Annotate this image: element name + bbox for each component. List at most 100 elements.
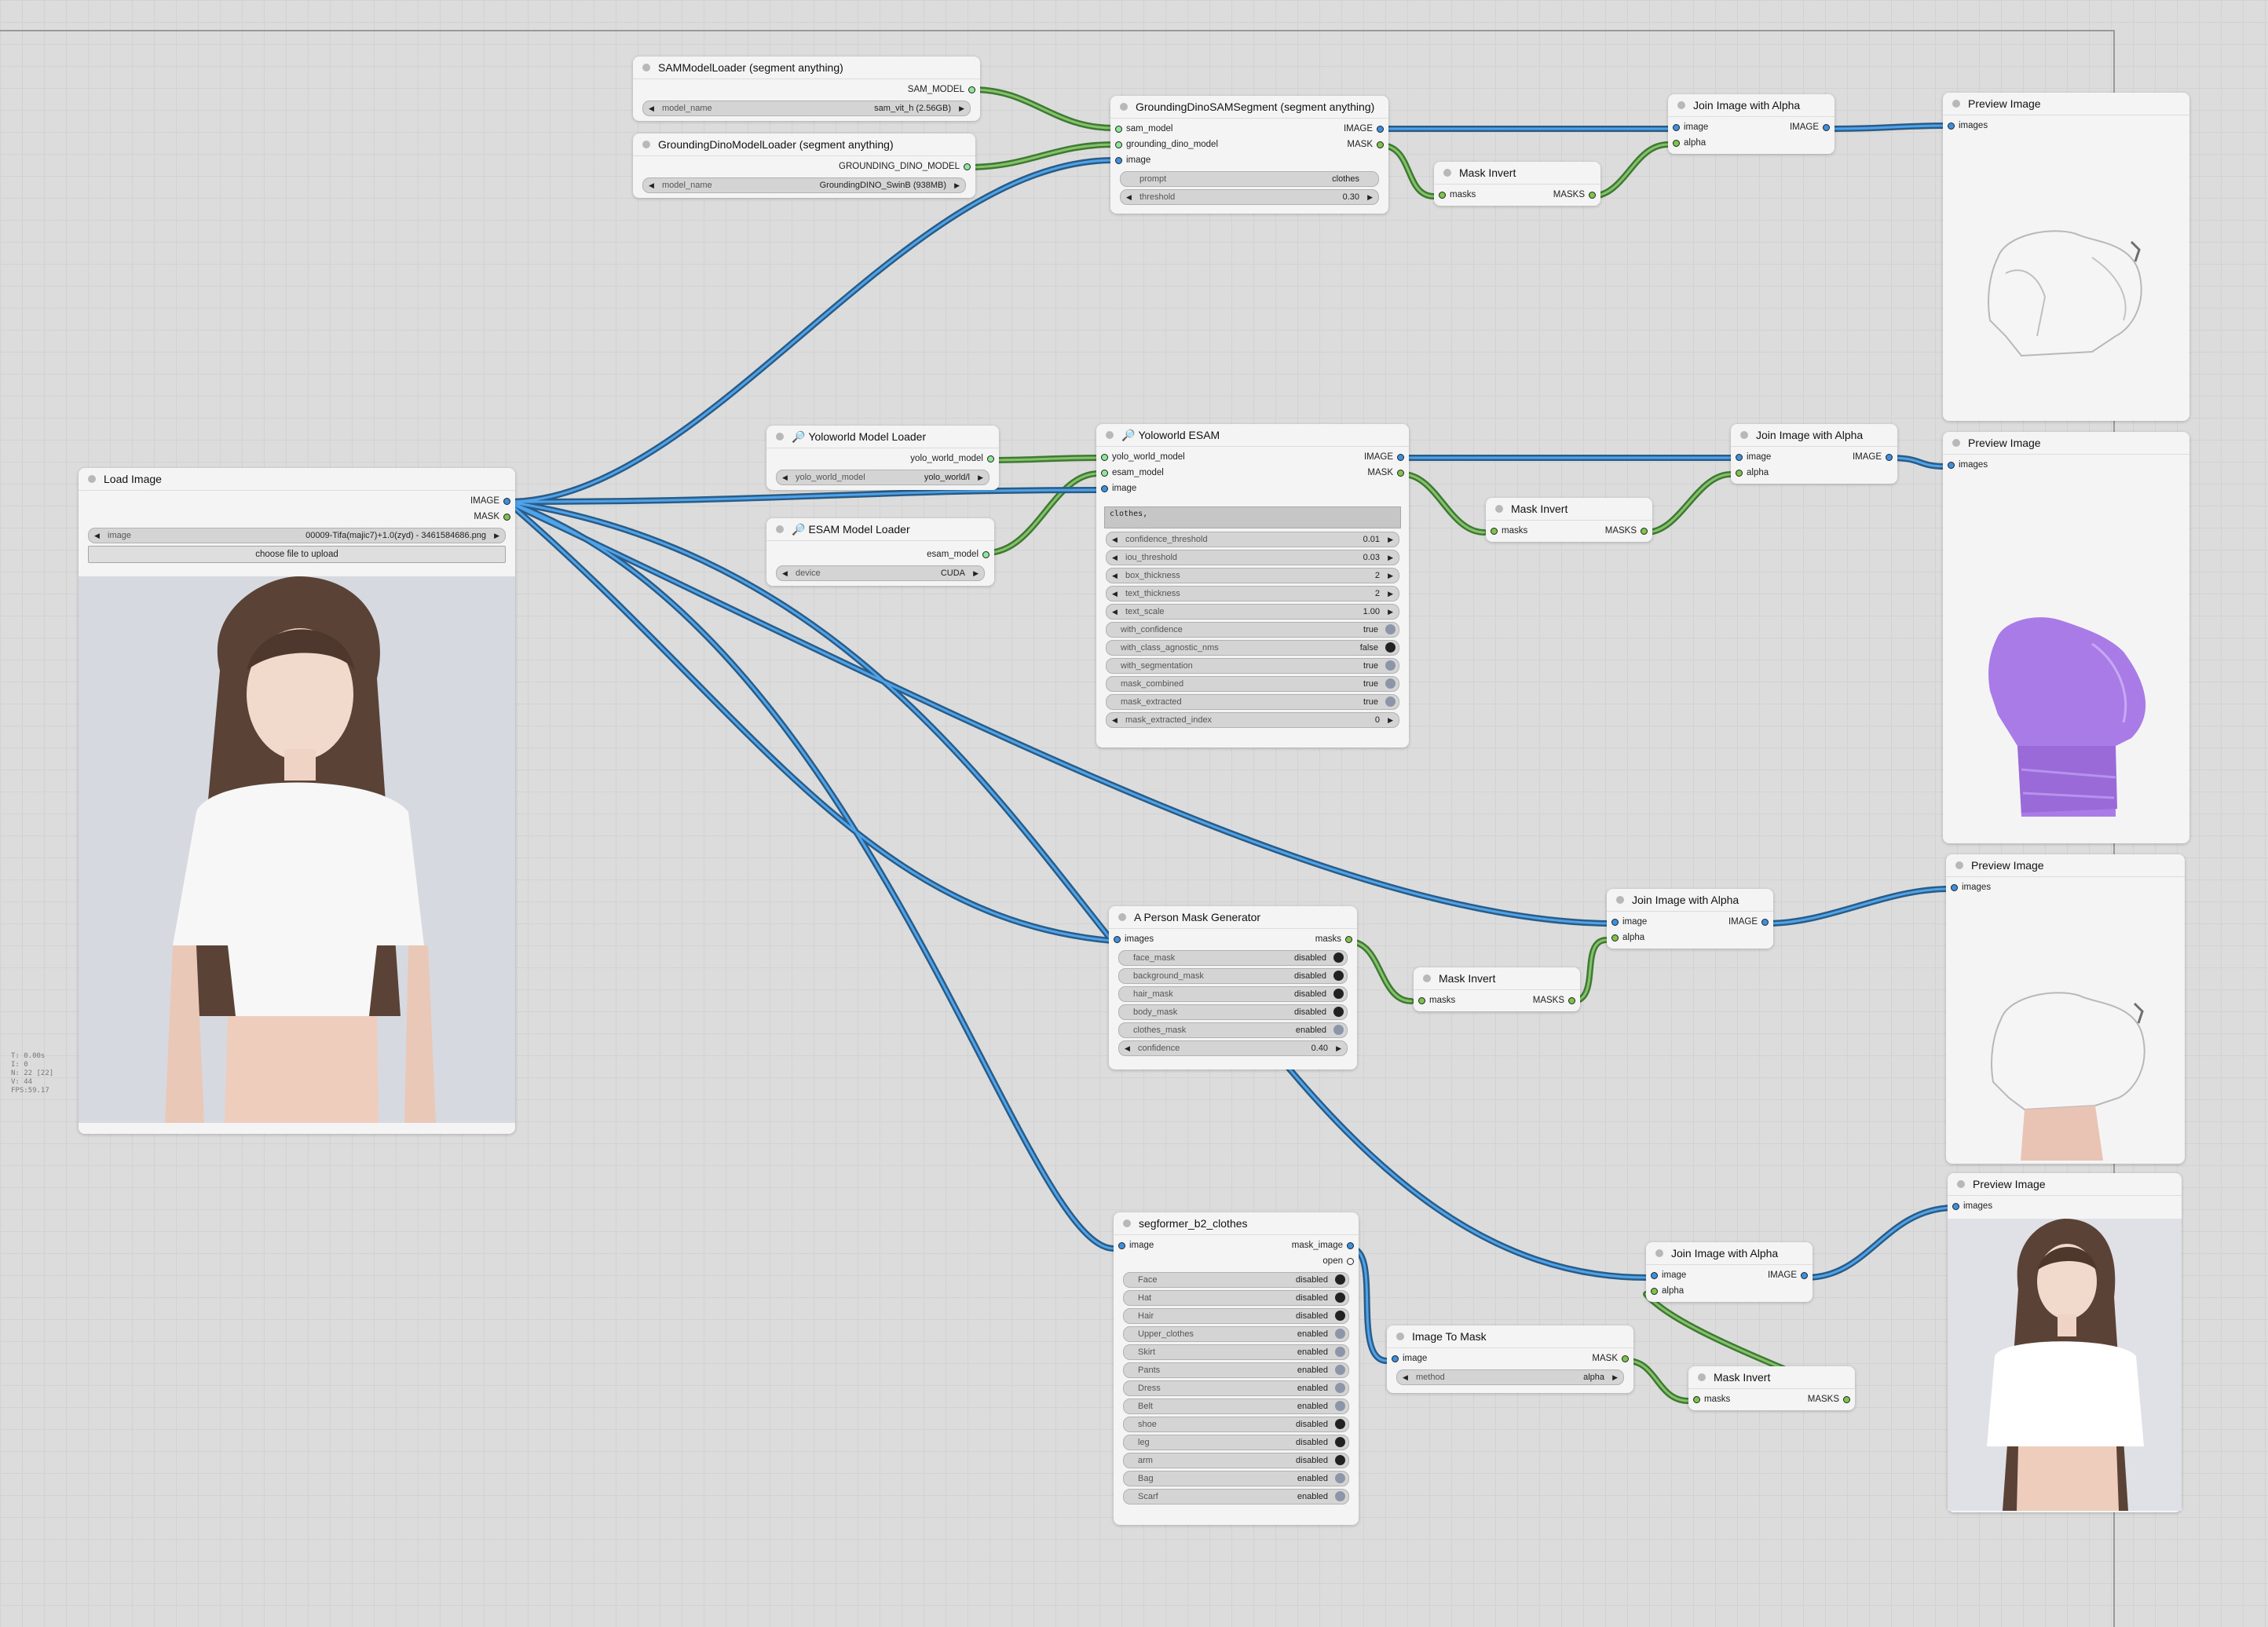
mask-combined-toggle[interactable]: mask_combined true — [1106, 676, 1399, 692]
input-socket[interactable] — [1693, 1396, 1700, 1403]
collapse-dot-icon[interactable] — [1740, 431, 1748, 439]
input-socket[interactable] — [1115, 126, 1122, 133]
mask-invert-node[interactable]: Mask Invert masks MASKS — [1688, 1366, 1855, 1410]
output-socket[interactable] — [1823, 124, 1830, 131]
seg-toggle[interactable]: Bag enabled — [1123, 1471, 1349, 1486]
seg-toggle[interactable]: Belt enabled — [1123, 1398, 1349, 1414]
output-socket[interactable] — [1801, 1272, 1808, 1279]
input-socket[interactable] — [1651, 1288, 1658, 1295]
categories-textarea[interactable]: clothes, — [1104, 506, 1401, 528]
preview-image-node[interactable]: Preview Image images — [1943, 432, 2189, 843]
collapse-dot-icon[interactable] — [1957, 1180, 1965, 1188]
seg-toggle[interactable]: leg disabled — [1123, 1435, 1349, 1450]
output-socket[interactable] — [1641, 528, 1648, 535]
preview-image-node[interactable]: Preview Image images — [1943, 93, 2189, 421]
output-socket[interactable] — [1347, 1258, 1354, 1265]
box-thickness-widget[interactable]: ◀ box_thickness 2 ▶ — [1106, 568, 1399, 583]
input-socket[interactable] — [1101, 485, 1108, 492]
mask-invert-node[interactable]: Mask Invert masks MASKS — [1414, 967, 1580, 1011]
output-socket[interactable] — [1886, 454, 1893, 461]
output-socket[interactable] — [1397, 454, 1404, 461]
input-socket[interactable] — [1651, 1272, 1658, 1279]
input-socket[interactable] — [1611, 919, 1619, 926]
sam-model-loader-node[interactable]: SAMModelLoader (segment anything) SAM_MO… — [633, 57, 980, 121]
with-class-agnostic-nms-toggle[interactable]: with_class_agnostic_nms false — [1106, 640, 1399, 656]
image-to-mask-node[interactable]: Image To Mask image MASK ◀ method alpha ▶ — [1387, 1325, 1633, 1393]
collapse-dot-icon[interactable] — [1396, 1333, 1404, 1340]
with-confidence-toggle[interactable]: with_confidence true — [1106, 622, 1399, 638]
input-socket[interactable] — [1114, 936, 1121, 943]
image-combo-widget[interactable]: ◀ image 00009-Tifa(majic7)+1.0(zyd) - 3461… — [88, 528, 506, 543]
output-socket-mask[interactable] — [503, 514, 510, 521]
face-mask-toggle[interactable]: face_mask disabled — [1118, 950, 1348, 966]
seg-toggle[interactable]: Pants enabled — [1123, 1362, 1349, 1378]
seg-toggle[interactable]: Hair disabled — [1123, 1308, 1349, 1324]
output-socket[interactable] — [982, 551, 990, 558]
body-mask-toggle[interactable]: body_mask disabled — [1118, 1004, 1348, 1020]
output-socket[interactable] — [987, 455, 994, 463]
output-socket[interactable] — [968, 86, 975, 93]
load-image-node[interactable]: Load Image IMAGE MASK ◀ image 00009-Tifa(m… — [79, 468, 515, 1134]
input-socket[interactable] — [1736, 454, 1743, 461]
input-socket[interactable] — [1115, 157, 1122, 164]
input-socket[interactable] — [1118, 1242, 1125, 1249]
input-socket[interactable] — [1948, 462, 1955, 469]
yoloworld-esam-node[interactable]: 🔎 Yoloworld ESAM yolo_world_model IMAGE es… — [1096, 424, 1409, 748]
join-image-with-alpha-node[interactable]: Join Image with Alpha image IMAGE alpha — [1668, 94, 1835, 154]
mask-invert-node[interactable]: Mask Invert masks MASKS — [1434, 162, 1600, 206]
person-mask-generator-node[interactable]: A Person Mask Generator images masks face… — [1109, 906, 1357, 1069]
input-socket[interactable] — [1115, 141, 1122, 148]
preview-image-node[interactable]: Preview Image images — [1948, 1173, 2182, 1512]
mask-extracted-index-widget[interactable]: ◀ mask_extracted_index 0 ▶ — [1106, 712, 1399, 728]
collapse-dot-icon[interactable] — [776, 433, 784, 441]
output-socket[interactable] — [1843, 1396, 1850, 1403]
iou-threshold-widget[interactable]: ◀ iou_threshold 0.03 ▶ — [1106, 550, 1399, 565]
seg-toggle[interactable]: Dress enabled — [1123, 1380, 1349, 1396]
join-image-with-alpha-node[interactable]: Join Image with Alpha image IMAGE alpha — [1646, 1242, 1813, 1302]
join-image-with-alpha-node[interactable]: Join Image with Alpha image IMAGE alpha — [1607, 889, 1773, 949]
upload-button[interactable]: choose file to upload — [88, 546, 506, 563]
hair-mask-toggle[interactable]: hair_mask disabled — [1118, 986, 1348, 1002]
device-combo[interactable]: ◀ device CUDA ▶ — [776, 565, 985, 581]
grounding-dino-loader-node[interactable]: GroundingDinoModelLoader (segment anythi… — [633, 133, 975, 198]
grounding-dino-sam-segment-node[interactable]: GroundingDinoSAMSegment (segment anythin… — [1110, 96, 1388, 214]
collapse-dot-icon[interactable] — [1118, 913, 1126, 921]
text-scale-widget[interactable]: ◀ text_scale 1.00 ▶ — [1106, 604, 1399, 620]
collapse-dot-icon[interactable] — [1698, 1373, 1706, 1381]
collapse-dot-icon[interactable] — [1952, 100, 1960, 108]
output-socket[interactable] — [1377, 126, 1384, 133]
collapse-dot-icon[interactable] — [1952, 439, 1960, 447]
confidence-threshold-widget[interactable]: ◀ confidence_threshold 0.01 ▶ — [1106, 532, 1399, 547]
input-socket[interactable] — [1952, 1203, 1959, 1210]
background-mask-toggle[interactable]: background_mask disabled — [1118, 968, 1348, 984]
collapse-dot-icon[interactable] — [776, 525, 784, 533]
input-socket[interactable] — [1101, 454, 1108, 461]
model-name-combo[interactable]: ◀ model_name sam_vit_h (2.56GB) ▶ — [642, 101, 971, 116]
collapse-dot-icon[interactable] — [1123, 1219, 1131, 1227]
output-socket[interactable] — [1377, 141, 1384, 148]
collapse-dot-icon[interactable] — [1106, 431, 1114, 439]
collapse-dot-icon[interactable] — [1955, 861, 1963, 869]
preview-image-node[interactable]: Preview Image images — [1946, 854, 2185, 1164]
method-combo[interactable]: ◀ method alpha ▶ — [1396, 1369, 1624, 1385]
output-socket[interactable] — [1397, 470, 1404, 477]
seg-toggle[interactable]: Face disabled — [1123, 1272, 1349, 1288]
confidence-number-widget[interactable]: ◀ confidence 0.40 ▶ — [1118, 1040, 1348, 1056]
join-image-with-alpha-node[interactable]: Join Image with Alpha image IMAGE alpha — [1731, 424, 1897, 484]
input-socket[interactable] — [1611, 934, 1619, 941]
seg-toggle[interactable]: Hat disabled — [1123, 1290, 1349, 1306]
input-socket[interactable] — [1673, 140, 1680, 147]
collapse-dot-icon[interactable] — [1616, 896, 1624, 904]
seg-toggle[interactable]: arm disabled — [1123, 1453, 1349, 1468]
yolo-world-model-combo[interactable]: ◀ yolo_world_model yolo_world/l ▶ — [776, 470, 990, 485]
output-socket[interactable] — [1589, 192, 1596, 199]
collapse-dot-icon[interactable] — [1443, 169, 1451, 177]
collapse-dot-icon[interactable] — [1423, 974, 1431, 982]
output-socket[interactable] — [1622, 1355, 1629, 1362]
collapse-dot-icon[interactable] — [88, 475, 96, 483]
mask-invert-node[interactable]: Mask Invert masks MASKS — [1486, 498, 1652, 542]
collapse-dot-icon[interactable] — [642, 141, 650, 148]
collapse-dot-icon[interactable] — [1677, 101, 1685, 109]
seg-toggle[interactable]: Scarf enabled — [1123, 1489, 1349, 1505]
output-socket[interactable] — [1761, 919, 1769, 926]
